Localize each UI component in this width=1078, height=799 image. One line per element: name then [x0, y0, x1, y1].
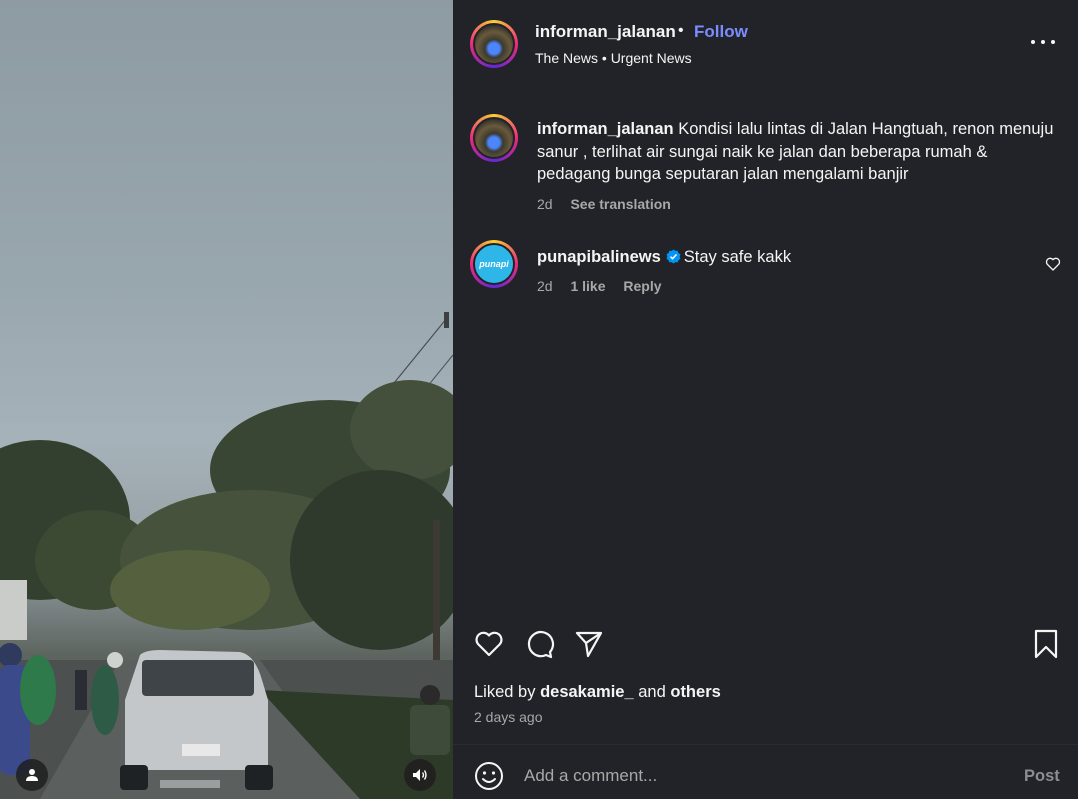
see-translation-button[interactable]: See translation	[570, 196, 670, 212]
liked-by-prefix: Liked by	[474, 683, 536, 701]
liked-by-user[interactable]: desakamie_	[540, 683, 634, 701]
comment-likes[interactable]: 1 like	[570, 278, 605, 294]
emoji-icon[interactable]	[473, 760, 505, 792]
speaker-icon	[413, 769, 427, 781]
comment-like-heart-icon[interactable]	[1045, 256, 1061, 272]
comment-composer: Post	[453, 752, 1078, 799]
comment-body: punapibalinews Stay safe kakk	[537, 246, 1062, 269]
author-avatar[interactable]	[470, 20, 518, 68]
caption-avatar[interactable]	[470, 114, 518, 162]
user-tag-icon	[26, 769, 38, 781]
comment-icon[interactable]	[523, 628, 555, 660]
liked-by: Liked by desakamie_ and others	[474, 683, 721, 702]
caption-meta: 2d See translation	[537, 196, 685, 212]
post-actions	[453, 628, 1078, 664]
reply-button[interactable]: Reply	[623, 278, 661, 294]
author-username[interactable]: informan_jalanan	[535, 22, 676, 42]
liked-by-others[interactable]: others	[670, 683, 720, 701]
post-header: informan_jalanan • Follow The News • Urg…	[453, 0, 1078, 88]
verified-badge-icon	[666, 249, 681, 264]
comment-text: Stay safe kakk	[683, 248, 792, 266]
divider	[453, 744, 1078, 745]
liked-by-middle: and	[638, 683, 666, 701]
comment-input[interactable]	[524, 762, 1004, 790]
caption-age[interactable]: 2d	[537, 196, 553, 212]
post-time[interactable]: 2 days ago	[474, 709, 543, 725]
post-details-panel: informan_jalanan • Follow The News • Urg…	[453, 0, 1078, 799]
sound-toggle-button[interactable]	[404, 759, 436, 791]
street-photo	[0, 312, 453, 799]
follow-button[interactable]: Follow	[694, 22, 748, 42]
comment-age[interactable]: 2d	[537, 278, 553, 294]
caption-body: informan_jalanan Kondisi lalu lintas di …	[537, 118, 1062, 186]
commenter-avatar-text: punapi	[473, 243, 515, 285]
tag-users-button[interactable]	[16, 759, 48, 791]
separator-dot: •	[678, 22, 684, 39]
bookmark-icon[interactable]	[1030, 628, 1062, 660]
heart-icon[interactable]	[473, 628, 505, 660]
audio-subtitle[interactable]: The News • Urgent News	[535, 50, 692, 66]
post-media[interactable]	[0, 0, 453, 799]
commenter-avatar[interactable]: punapi	[470, 240, 518, 288]
post-comment-button[interactable]: Post	[1024, 767, 1060, 786]
comment-meta: 2d 1 like Reply	[537, 278, 676, 294]
comment-username[interactable]: punapibalinews	[537, 248, 661, 266]
send-icon[interactable]	[573, 628, 605, 660]
caption-username[interactable]: informan_jalanan	[537, 120, 674, 138]
more-options-icon[interactable]	[1031, 30, 1055, 54]
